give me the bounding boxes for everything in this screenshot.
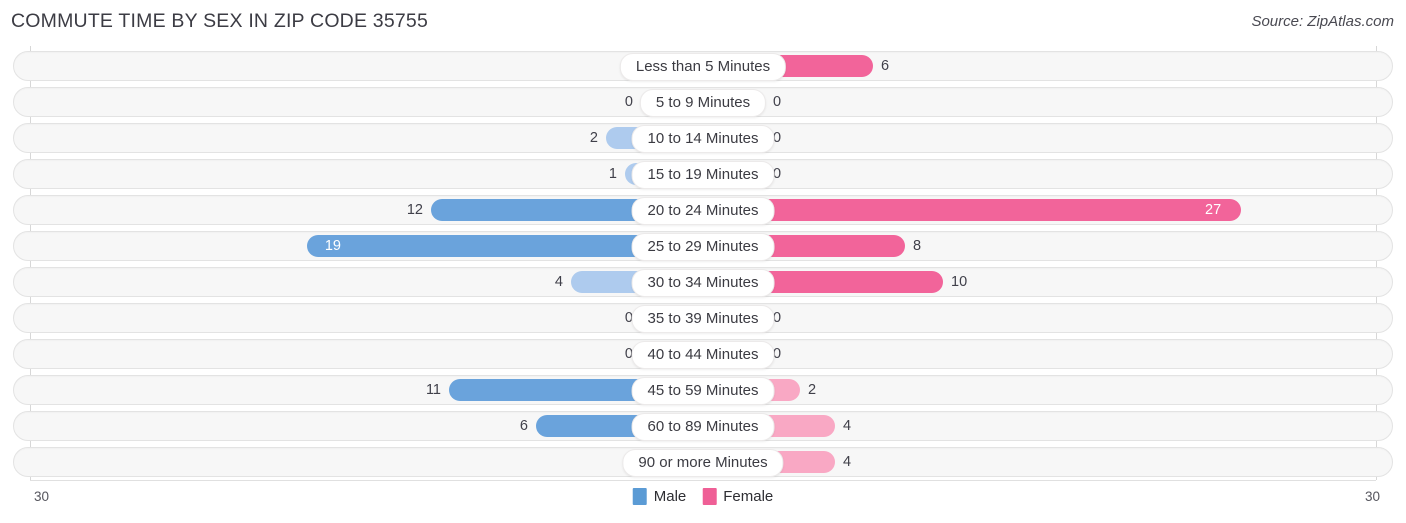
- page-title: COMMUTE TIME BY SEX IN ZIP CODE 35755: [11, 10, 429, 32]
- value-label-male: 19: [324, 238, 341, 254]
- category-label: 30 to 34 Minutes: [631, 269, 775, 297]
- category-label: 25 to 29 Minutes: [631, 233, 775, 261]
- legend-label-female: Female: [723, 488, 774, 505]
- chart-row[interactable]: 0 0 40 to 44 Minutes: [13, 339, 1393, 369]
- category-label: 40 to 44 Minutes: [631, 341, 775, 369]
- chart-footer: 30 30 Male Female: [0, 480, 1406, 523]
- value-label-male: 4: [554, 274, 563, 290]
- value-label-female: 6: [881, 58, 890, 74]
- value-label-male: 2: [589, 130, 598, 146]
- value-label-male: 11: [425, 382, 441, 398]
- value-label-male: 12: [406, 202, 423, 218]
- value-label-female: 2: [808, 382, 817, 398]
- legend-item-female[interactable]: Female: [702, 488, 773, 505]
- legend-swatch-male-icon: [632, 488, 647, 505]
- category-label: 35 to 39 Minutes: [631, 305, 775, 333]
- category-label: Less than 5 Minutes: [619, 53, 787, 81]
- chart-row[interactable]: 06Less than 5 Minutes: [13, 51, 1393, 81]
- category-label: 45 to 59 Minutes: [631, 377, 775, 405]
- axis-tick-left: 30: [34, 489, 50, 504]
- chart-row[interactable]: 19 8 25 to 29 Minutes: [13, 231, 1393, 261]
- chart-row[interactable]: 4 10 30 to 34 Minutes: [13, 267, 1393, 297]
- category-label: 60 to 89 Minutes: [631, 413, 775, 441]
- chart-row[interactable]: 0490 or more Minutes: [13, 447, 1393, 477]
- value-label-male: 6: [519, 418, 528, 434]
- value-label-male: 0: [624, 94, 633, 110]
- chart-row[interactable]: 1 0 15 to 19 Minutes: [13, 159, 1393, 189]
- source-attribution: Source: ZipAtlas.com: [1251, 13, 1394, 30]
- plot-area: 06Less than 5 Minutes005 to 9 Minutes201…: [0, 46, 1406, 480]
- legend-item-male[interactable]: Male: [632, 488, 687, 505]
- chart-row[interactable]: 11 2 45 to 59 Minutes: [13, 375, 1393, 405]
- chart-row[interactable]: 6 4 60 to 89 Minutes: [13, 411, 1393, 441]
- value-label-female: 4: [843, 454, 852, 470]
- chart-row[interactable]: 0 0 35 to 39 Minutes: [13, 303, 1393, 333]
- legend-label-male: Male: [653, 488, 687, 505]
- legend-swatch-female-icon: [702, 488, 717, 505]
- bar-female[interactable]: [703, 199, 1241, 221]
- value-label-female: 8: [913, 238, 922, 254]
- category-label: 20 to 24 Minutes: [631, 197, 775, 225]
- chart-row[interactable]: 12 27 20 to 24 Minutes: [13, 195, 1393, 225]
- value-label-female: 4: [843, 418, 852, 434]
- value-label-female: 10: [951, 274, 968, 290]
- axis-tick-right: 30: [1364, 489, 1380, 504]
- chart-row[interactable]: 2 0 10 to 14 Minutes: [13, 123, 1393, 153]
- chart-row[interactable]: 0 0 5 to 9 Minutes: [13, 87, 1393, 117]
- category-label: 90 or more Minutes: [622, 449, 784, 477]
- chart-header: COMMUTE TIME BY SEX IN ZIP CODE 35755 So…: [0, 0, 1406, 45]
- legend: Male Female: [632, 488, 773, 505]
- category-label: 5 to 9 Minutes: [639, 89, 767, 117]
- value-label-male: 1: [608, 166, 617, 182]
- footer-divider: [30, 480, 1376, 481]
- value-label-female: 27: [1205, 202, 1222, 218]
- category-label: 10 to 14 Minutes: [631, 125, 775, 153]
- category-label: 15 to 19 Minutes: [631, 161, 775, 189]
- value-label-female: 0: [773, 94, 782, 110]
- commute-time-chart: COMMUTE TIME BY SEX IN ZIP CODE 35755 So…: [0, 0, 1406, 523]
